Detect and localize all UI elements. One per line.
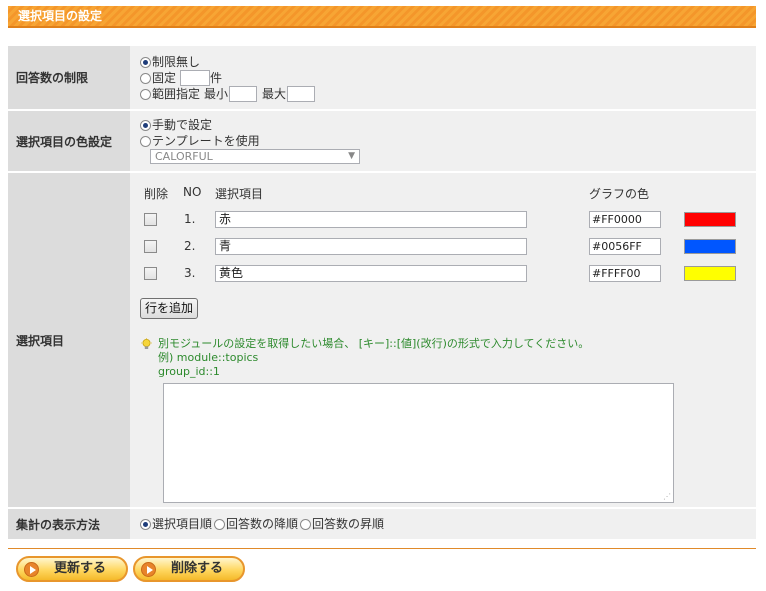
color-option-manual[interactable]: 手動で設定 (140, 117, 746, 133)
radio-template[interactable] (140, 135, 151, 147)
delete-checkbox-3[interactable] (144, 267, 157, 280)
chevron-down-icon: ▼ (348, 151, 355, 161)
color-setting-label: 選択項目の色設定 (8, 111, 130, 171)
divider (8, 548, 756, 549)
radio-asc[interactable] (300, 518, 312, 530)
item-row-2: 2. 青 #0056FF (140, 238, 740, 255)
item-name-input-2[interactable]: 青 (215, 238, 527, 255)
lightbulb-icon (141, 338, 152, 349)
range-min-input[interactable] (229, 86, 258, 102)
color-template-label: テンプレートを使用 (152, 134, 260, 148)
delete-button[interactable]: 削除する (133, 556, 245, 582)
play-icon (141, 562, 156, 577)
radio-item-order[interactable] (140, 518, 151, 530)
radio-fixed[interactable] (140, 72, 151, 84)
settings-textarea[interactable]: ⋰ (163, 383, 674, 503)
item-color-input-1[interactable]: #FF0000 (589, 211, 661, 228)
radio-unlimited[interactable] (140, 56, 151, 68)
display-item-order-label: 選択項目順 (152, 517, 213, 531)
display-options: 選択項目順 回答数の降順 回答数の昇順 (140, 516, 746, 532)
resize-grip-icon[interactable]: ⋰ (663, 492, 671, 501)
display-method-label: 集計の表示方法 (8, 509, 130, 539)
update-button[interactable]: 更新する (16, 556, 128, 582)
limit-unlimited-label: 制限無し (152, 55, 201, 69)
display-method-options: 選択項目順 回答数の降順 回答数の昇順 (130, 509, 756, 539)
limit-fixed-label: 固定 (152, 71, 177, 85)
color-option-template[interactable]: テンプレートを使用 (140, 133, 746, 149)
item-color-input-3[interactable]: #FFFF00 (589, 265, 661, 282)
radio-range[interactable] (140, 88, 151, 100)
limit-option-range[interactable]: 範囲指定 最小 最大 (140, 86, 746, 102)
items-row: 選択項目 削除 NO 選択項目 グラフの色 1. 赤 #FF0000 2. 青 (8, 173, 756, 507)
template-select[interactable]: CALORFUL ▼ (150, 149, 360, 164)
col-header-item: 選択項目 (215, 187, 264, 201)
display-desc-label: 回答数の降順 (226, 517, 299, 531)
item-name-input-3[interactable]: 黄色 (215, 265, 527, 282)
add-row-button[interactable]: 行を追加 (140, 298, 199, 319)
color-setting-options: 手動で設定 テンプレートを使用 CALORFUL ▼ (130, 111, 756, 171)
col-header-graph-color: グラフの色 (589, 187, 650, 201)
delete-button-label: 削除する (170, 561, 223, 576)
answer-limit-options: 制限無し 固定 件 範囲指定 最小 最大 (130, 46, 756, 109)
color-swatch-2[interactable] (684, 239, 736, 254)
range-max-label: 最大 (262, 87, 287, 101)
color-setting-row: 選択項目の色設定 手動で設定 テンプレートを使用 CALORFUL ▼ (8, 111, 756, 171)
template-select-value: CALORFUL (155, 150, 213, 163)
fixed-unit-label: 件 (210, 71, 223, 85)
item-row-1: 1. 赤 #FF0000 (140, 211, 740, 228)
answer-limit-row: 回答数の制限 制限無し 固定 件 範囲指定 最小 最大 (8, 46, 756, 109)
limit-range-label: 範囲指定 (152, 87, 201, 101)
delete-checkbox-2[interactable] (144, 240, 157, 253)
answer-limit-label: 回答数の制限 (8, 46, 130, 109)
radio-manual[interactable] (140, 119, 151, 131)
hint-text-line-3: group_id::1 (158, 365, 220, 378)
col-header-no: NO (183, 185, 202, 199)
display-method-row: 集計の表示方法 選択項目順 回答数の降順 回答数の昇順 (8, 509, 756, 539)
range-max-input[interactable] (287, 86, 316, 102)
hint-text-line-1: 別モジュールの設定を取得したい場合、 [キー]::[値](改行)の形式で入力して… (158, 337, 590, 350)
item-name-input-1[interactable]: 赤 (215, 211, 527, 228)
delete-checkbox-1[interactable] (144, 213, 157, 226)
color-manual-label: 手動で設定 (152, 118, 213, 132)
color-swatch-1[interactable] (684, 212, 736, 227)
item-number-1: 1. (184, 212, 196, 226)
radio-desc[interactable] (214, 518, 226, 530)
limit-option-fixed[interactable]: 固定 件 (140, 70, 746, 86)
col-header-delete: 削除 (144, 187, 169, 201)
update-button-label: 更新する (53, 561, 106, 576)
fixed-count-input[interactable] (180, 70, 211, 86)
settings-form: 回答数の制限 制限無し 固定 件 範囲指定 最小 最大 選択項目の色設定 手動で… (8, 44, 756, 541)
limit-option-unlimited[interactable]: 制限無し (140, 54, 746, 70)
item-number-2: 2. (184, 239, 196, 253)
item-color-input-2[interactable]: #0056FF (589, 238, 661, 255)
items-label: 選択項目 (8, 173, 130, 507)
hint-text-line-2: 例) module::topics (158, 351, 259, 364)
color-swatch-3[interactable] (684, 266, 736, 281)
range-min-label: 最小 (204, 87, 229, 101)
display-asc-label: 回答数の昇順 (312, 517, 385, 531)
play-icon (24, 562, 39, 577)
items-cell: 削除 NO 選択項目 グラフの色 1. 赤 #FF0000 2. 青 #0056… (130, 173, 756, 507)
item-number-3: 3. (184, 266, 196, 280)
panel-title: 選択項目の設定 (8, 6, 756, 28)
item-row-3: 3. 黄色 #FFFF00 (140, 265, 740, 282)
